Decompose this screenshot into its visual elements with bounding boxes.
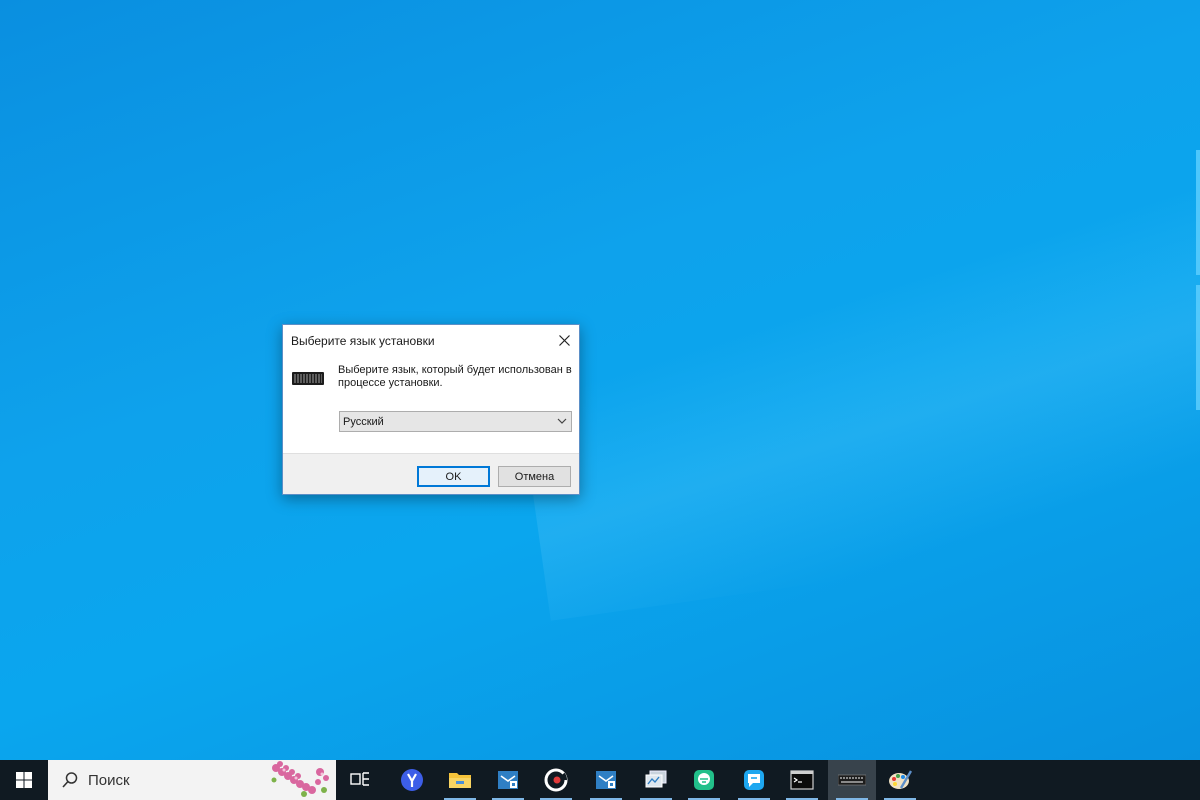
taskbar-app-mail[interactable] [484, 760, 532, 800]
yandex-browser-icon [401, 769, 423, 791]
dialog-title: Выберите язык установки [291, 334, 435, 348]
paint-icon [889, 770, 913, 789]
close-icon [558, 334, 570, 346]
search-box[interactable]: Поиск [48, 760, 336, 800]
command-prompt-icon [790, 770, 814, 790]
taskbar-app-paint[interactable] [876, 760, 924, 800]
taskbar-app-messenger[interactable] [730, 760, 778, 800]
taskbar-app-yandex[interactable] [388, 760, 436, 800]
taskbar-app-setup[interactable] [828, 760, 876, 800]
mail-2-icon [596, 771, 616, 789]
file-explorer-icon [449, 773, 471, 788]
search-placeholder: Поиск [88, 772, 130, 789]
chat-app-icon [694, 770, 714, 790]
desktop-background: Выберите язык установки Выберите язык, к… [0, 0, 1200, 760]
desktop-edge-highlight [1196, 285, 1200, 410]
search-highlight-flower-icon [271, 761, 329, 797]
ccleaner-icon [544, 768, 568, 792]
taskbar-app-cmd[interactable] [778, 760, 826, 800]
chevron-down-icon [557, 418, 567, 424]
taskbar-app-mail-2[interactable] [582, 760, 630, 800]
messenger-icon [744, 770, 764, 790]
close-button[interactable] [549, 325, 579, 355]
network-monitor-icon [645, 770, 667, 788]
dialog-message: Выберите язык, который будет использован… [338, 364, 572, 389]
language-select-value: Русский [343, 415, 384, 428]
taskbar-app-ccleaner[interactable] [532, 760, 580, 800]
language-dialog: Выберите язык установки Выберите язык, к… [282, 324, 580, 495]
desktop-edge-highlight [1196, 150, 1200, 275]
taskbar-app-monitor[interactable] [632, 760, 680, 800]
start-button[interactable] [0, 760, 48, 800]
task-view-button[interactable] [336, 760, 384, 800]
keyboard-setup-icon [838, 774, 866, 786]
keyboard-icon [292, 372, 324, 385]
ok-button[interactable]: OK [417, 466, 490, 487]
search-icon [62, 772, 78, 788]
windows-logo-icon [16, 772, 32, 788]
taskbar-app-chat[interactable] [680, 760, 728, 800]
taskbar: Поиск [0, 760, 1200, 800]
desktop-light-ray [497, 119, 1200, 621]
task-view-icon [350, 772, 369, 786]
mail-icon [498, 771, 518, 789]
language-select[interactable]: Русский [339, 411, 572, 432]
dialog-footer: OK Отмена [283, 453, 579, 494]
cancel-button[interactable]: Отмена [498, 466, 571, 487]
taskbar-app-explorer[interactable] [436, 760, 484, 800]
